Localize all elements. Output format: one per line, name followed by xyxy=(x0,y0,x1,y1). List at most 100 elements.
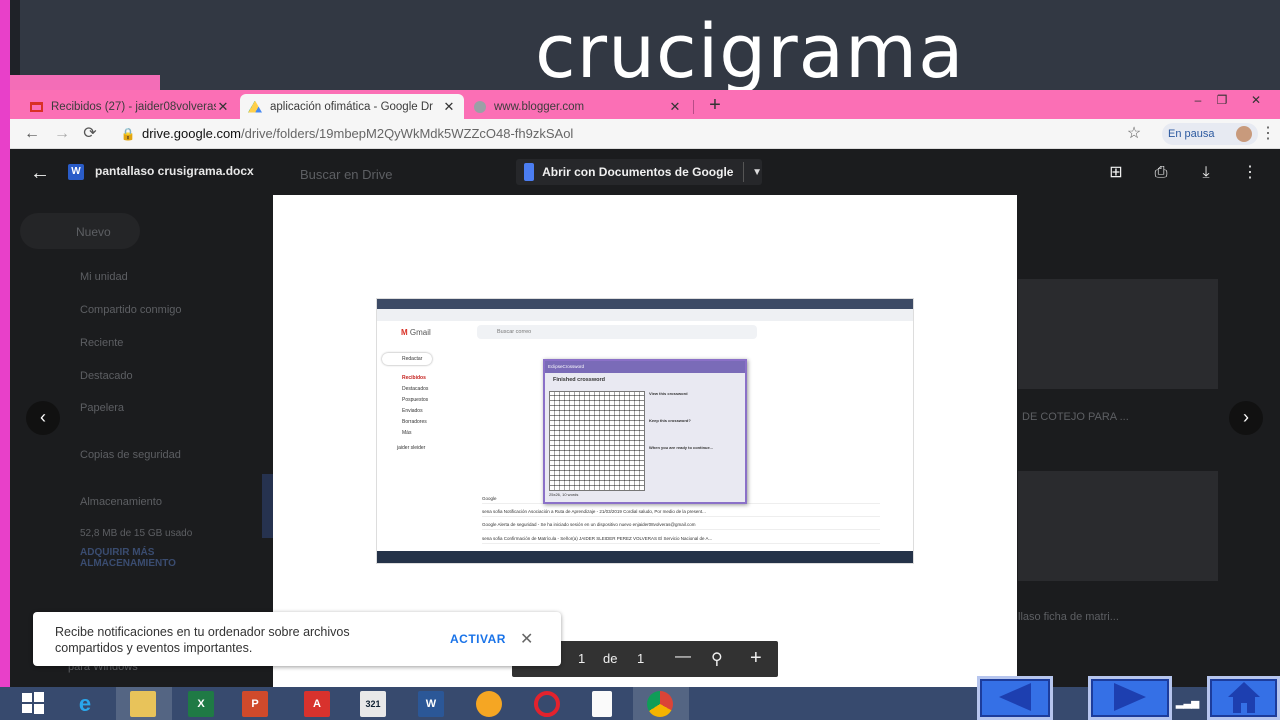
sidebar-item-reciente[interactable]: Reciente xyxy=(80,337,123,349)
embedded-sidebar-item: Borradores xyxy=(402,419,427,425)
url-path: /drive/folders/19mbepM2QyWkMdk5WZZcO48-f… xyxy=(241,126,574,141)
more-vert-icon[interactable]: ⋮ xyxy=(1240,163,1260,183)
current-page[interactable]: 1 xyxy=(578,651,585,666)
drive-file-thumbnail[interactable] xyxy=(1018,471,1218,581)
globe-icon xyxy=(474,100,486,113)
sidebar-item-destacado[interactable]: Destacado xyxy=(80,370,133,382)
embedded-crossword-dialog: EclipseCrossword Finished crossword View… xyxy=(543,359,747,504)
file-name: pantallaso crusigrama.docx xyxy=(95,164,254,178)
google-docs-icon xyxy=(524,163,535,181)
reload-icon[interactable]: ⟳ xyxy=(80,124,100,144)
close-icon[interactable]: ✕ xyxy=(520,629,533,649)
notification-toast: Recibe notificaciones en tu ordenador so… xyxy=(33,612,561,666)
word-icon[interactable]: W xyxy=(418,691,444,717)
excel-icon[interactable]: X xyxy=(188,691,214,717)
network-icon[interactable]: ▂▃▅ xyxy=(1176,691,1199,717)
powerpoint-icon[interactable]: P xyxy=(242,691,268,717)
back-arrow-icon[interactable]: ← xyxy=(22,124,42,144)
sidebar-item-almacenamiento[interactable]: Almacenamiento xyxy=(80,496,162,508)
embedded-sidebar-item: Más xyxy=(402,430,412,436)
new-button-label: Nuevo xyxy=(76,225,111,239)
sidebar-item-compartido[interactable]: Compartido conmigo xyxy=(80,304,182,316)
drive-file-ficha[interactable]: llaso ficha de matri... xyxy=(1018,611,1119,623)
zoom-icon[interactable]: ⚲ xyxy=(711,649,723,669)
chevron-down-icon[interactable]: ▼ xyxy=(752,167,762,178)
embedded-dialog-title: EclipseCrossword xyxy=(545,361,745,373)
arrow-left-icon xyxy=(999,683,1031,711)
print-icon[interactable]: ⎙ xyxy=(1151,163,1171,183)
url-field[interactable]: drive.google.com/drive/folders/19mbepM2Q… xyxy=(142,126,573,141)
embedded-search: Buscar correo xyxy=(477,325,757,339)
slide-next-button[interactable] xyxy=(1088,676,1172,720)
slide-accent-bar xyxy=(0,0,10,720)
home-icon xyxy=(1227,682,1260,713)
profile-paused-button[interactable]: En pausa xyxy=(1162,123,1258,145)
buy-storage-link[interactable]: ADQUIRIR MÁS ALMACENAMIENTO xyxy=(80,547,210,569)
previous-file-button[interactable]: ‹ xyxy=(26,401,60,435)
new-tab-button[interactable]: + xyxy=(704,95,726,117)
slide-previous-button[interactable] xyxy=(977,676,1053,720)
forward-arrow-icon[interactable]: → xyxy=(52,124,72,144)
divider xyxy=(743,162,745,182)
maximize-button[interactable]: ❐ xyxy=(1208,90,1236,110)
star-icon[interactable]: ☆ xyxy=(1124,124,1144,144)
crossword-grid xyxy=(549,391,645,491)
browser-address-bar: ← → ⟳ 🔒 drive.google.com/drive/folders/1… xyxy=(10,119,1280,149)
slide-home-button[interactable] xyxy=(1207,676,1280,720)
windows-start-icon[interactable] xyxy=(20,691,46,717)
embedded-tab-bar xyxy=(377,299,913,309)
download-icon[interactable]: ⤓ xyxy=(1196,163,1216,183)
gmail-icon xyxy=(30,101,43,112)
lock-icon[interactable]: 🔒 xyxy=(118,124,138,144)
toast-message: Recibe notificaciones en tu ordenador so… xyxy=(55,625,350,655)
sidebar-item-copias[interactable]: Copias de seguridad xyxy=(80,449,181,461)
embedded-address-bar xyxy=(377,309,913,321)
avatar xyxy=(1236,126,1252,142)
embedded-sidebar-item: Pospuestos xyxy=(402,397,429,403)
drive-file-cotejo[interactable]: DE COTEJO PARA ... xyxy=(1022,411,1129,423)
notepad-icon[interactable] xyxy=(592,691,612,717)
embedded-mail-row: sena sofia Notificación Asociación a Rut… xyxy=(482,506,880,517)
pdf-reader-icon[interactable]: A xyxy=(304,691,330,717)
page-of-label: de xyxy=(603,651,618,666)
drive-file-thumbnail[interactable] xyxy=(1018,279,1218,389)
storage-used: 52,8 MB de 15 GB usado xyxy=(80,528,193,539)
browser-tab-bar: Recibidos (27) - jaider08volveras ✕ apli… xyxy=(10,90,1280,119)
close-icon[interactable]: ✕ xyxy=(442,99,456,115)
tab-blogger[interactable]: www.blogger.com ✕ xyxy=(466,94,690,119)
embedded-taskbar xyxy=(377,551,913,563)
internet-explorer-icon[interactable]: e xyxy=(72,691,98,717)
url-domain: drive.google.com xyxy=(142,126,241,141)
media-player-icon[interactable]: 321 xyxy=(360,691,386,717)
tab-google-drive[interactable]: aplicación ofimática - Google Dr ✕ xyxy=(240,94,464,119)
total-pages: 1 xyxy=(637,651,645,666)
embedded-mail-row: Google Alerta de seguridad - Se ha inici… xyxy=(482,519,880,530)
add-comment-icon[interactable]: ⊞ xyxy=(1106,163,1126,183)
opera-icon[interactable] xyxy=(534,691,560,717)
tab-label: Recibidos (27) - jaider08volveras xyxy=(51,100,216,113)
close-icon[interactable]: ✕ xyxy=(668,99,682,115)
embedded-screenshot: M Gmail Buscar correo Redactar Recibidos… xyxy=(376,298,914,564)
embedded-compose: Redactar xyxy=(382,353,432,365)
activate-button[interactable]: ACTIVAR xyxy=(450,632,506,646)
slide-canvas: crucigrama Recibidos (27) - jaider08volv… xyxy=(0,0,1280,720)
close-icon[interactable]: ✕ xyxy=(216,99,230,115)
tab-label: aplicación ofimática - Google Dr xyxy=(270,100,433,113)
embedded-mail-row: sena sofia Confirmación de Matrícula - S… xyxy=(482,533,880,544)
more-vert-icon[interactable]: ⋮ xyxy=(1258,124,1278,144)
open-with-docs-button[interactable]: Abrir con Documentos de Google ▼ xyxy=(516,159,762,185)
preview-toolbar: ← W pantallaso crusigrama.docx Abrir con… xyxy=(10,149,1280,195)
zoom-in-button[interactable]: + xyxy=(750,647,762,670)
back-arrow-icon[interactable]: ← xyxy=(30,163,50,183)
firefox-icon[interactable] xyxy=(476,691,502,717)
window-close-button[interactable]: ✕ xyxy=(1242,90,1270,110)
next-file-button[interactable]: › xyxy=(1229,401,1263,435)
arrow-right-icon xyxy=(1114,683,1146,711)
sidebar-item-mi-unidad[interactable]: Mi unidad xyxy=(80,271,128,283)
chrome-icon[interactable] xyxy=(647,691,673,717)
file-explorer-icon[interactable] xyxy=(130,691,156,717)
embedded-dialog-heading: Finished crossword xyxy=(553,377,605,383)
sidebar-item-papelera[interactable]: Papelera xyxy=(80,402,124,414)
zoom-out-button[interactable]: — xyxy=(675,648,691,666)
tab-gmail[interactable]: Recibidos (27) - jaider08volveras ✕ xyxy=(22,94,238,119)
